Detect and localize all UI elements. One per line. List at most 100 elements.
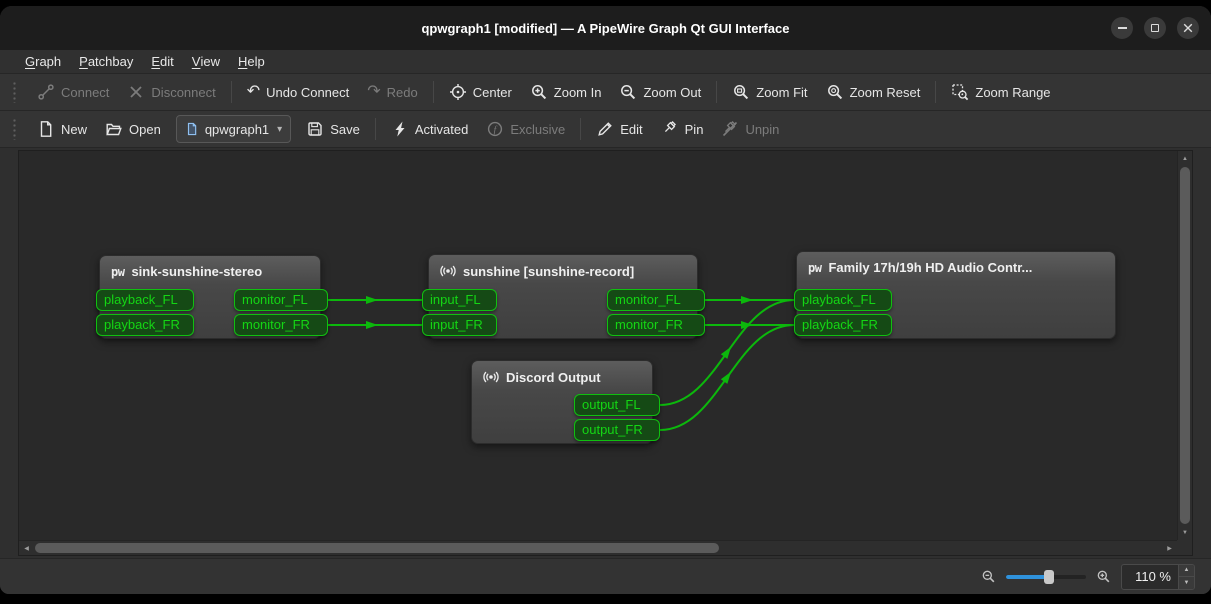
port-output-fl[interactable]: output_FL — [574, 394, 660, 416]
toolbar-separator — [375, 118, 376, 140]
zoom-in-button[interactable]: Zoom In — [521, 78, 611, 106]
unpin-button[interactable]: Unpin — [712, 115, 788, 143]
spin-down-button[interactable]: ▼ — [1179, 576, 1194, 589]
scroll-right-arrow-icon[interactable]: ▶ — [1162, 541, 1177, 555]
zoom-out-icon — [619, 83, 637, 101]
menu-help[interactable]: Help — [229, 50, 274, 73]
toolbar-graph: Connect Disconnect ↶ Undo Connect ↷ Redo… — [0, 74, 1211, 111]
pipewire-icon: pw — [808, 261, 821, 275]
zoom-slider[interactable] — [1006, 569, 1086, 585]
zoom-fit-icon — [732, 83, 750, 101]
disconnect-button[interactable]: Disconnect — [118, 78, 224, 106]
window-title: qpwgraph1 [modified] — A PipeWire Graph … — [421, 21, 789, 36]
toolbar-separator — [935, 81, 936, 103]
zoom-in-icon[interactable] — [1096, 569, 1111, 584]
zoom-reset-button[interactable]: Zoom Reset — [817, 78, 930, 106]
maximize-icon — [1151, 24, 1159, 32]
activated-button[interactable]: Activated — [382, 115, 477, 143]
toolbar-handle[interactable] — [12, 81, 18, 103]
toolbar-handle[interactable] — [12, 118, 18, 140]
open-button[interactable]: Open — [96, 115, 170, 143]
exclusive-button[interactable]: f Exclusive — [477, 115, 574, 143]
patchbay-combo[interactable]: qpwgraph1 ▾ — [176, 115, 291, 143]
scroll-up-arrow-icon[interactable]: ▲ — [1178, 151, 1192, 166]
toolbar-separator — [433, 81, 434, 103]
zoom-slider-handle[interactable] — [1044, 570, 1054, 584]
node-title: sunshine [sunshine-record] — [440, 263, 634, 279]
zoom-spinner-buttons: ▲ ▼ — [1178, 565, 1194, 589]
port-playback-fr[interactable]: playback_FR — [96, 314, 194, 336]
save-icon — [306, 120, 324, 138]
port-playback-fr[interactable]: playback_FR — [794, 314, 892, 336]
app-window: qpwgraph1 [modified] — A PipeWire Graph … — [0, 6, 1211, 594]
zoom-in-icon — [530, 83, 548, 101]
wire-arrowhead — [366, 321, 378, 329]
redo-button[interactable]: ↷ Redo — [358, 78, 426, 106]
window-controls — [1111, 17, 1199, 39]
edit-button[interactable]: Edit — [587, 115, 651, 143]
port-playback-fl[interactable]: playback_FL — [96, 289, 194, 311]
open-folder-icon — [105, 120, 123, 138]
port-output-fr[interactable]: output_FR — [574, 419, 660, 441]
record-icon — [483, 369, 499, 385]
port-monitor-fr[interactable]: monitor_FR — [607, 314, 705, 336]
zoom-reset-icon — [826, 83, 844, 101]
port-monitor-fl[interactable]: monitor_FL — [234, 289, 328, 311]
activated-lightning-icon — [391, 120, 409, 138]
maximize-button[interactable] — [1144, 17, 1166, 39]
zoom-value[interactable]: 110 % — [1122, 569, 1178, 584]
patchbay-combo-value: qpwgraph1 — [205, 122, 269, 137]
zoom-out-button[interactable]: Zoom Out — [610, 78, 710, 106]
vertical-scrollbar-thumb[interactable] — [1180, 167, 1190, 524]
undo-connect-button[interactable]: ↶ Undo Connect — [238, 78, 359, 106]
scroll-left-arrow-icon[interactable]: ◀ — [19, 541, 34, 555]
connections-layer — [19, 151, 1179, 542]
pipewire-icon: pw — [111, 265, 124, 279]
zoom-spinbox[interactable]: 110 % ▲ ▼ — [1121, 564, 1195, 590]
menubar: Graph Patchbay Edit View Help — [0, 50, 1211, 74]
port-monitor-fr[interactable]: monitor_FR — [234, 314, 328, 336]
titlebar[interactable]: qpwgraph1 [modified] — A PipeWire Graph … — [0, 6, 1211, 51]
zoom-out-icon[interactable] — [981, 569, 996, 584]
port-input-fr[interactable]: input_FR — [422, 314, 497, 336]
unpin-icon — [721, 120, 739, 138]
port-monitor-fl[interactable]: monitor_FL — [607, 289, 705, 311]
pin-icon — [661, 120, 679, 138]
new-button[interactable]: New — [28, 115, 96, 143]
node-title: pw sink-sunshine-stereo — [111, 264, 262, 279]
vertical-scrollbar[interactable]: ▲ ▼ — [1177, 151, 1192, 540]
spin-up-button[interactable]: ▲ — [1179, 565, 1194, 577]
wire-arrowhead — [366, 296, 378, 304]
minimize-icon — [1118, 27, 1127, 29]
new-file-icon — [37, 120, 55, 138]
patchbay-file-icon — [185, 122, 199, 136]
zoom-fit-button[interactable]: Zoom Fit — [723, 78, 816, 106]
graph-canvas[interactable]: pw sink-sunshine-stereo playback_FL play… — [19, 151, 1179, 542]
horizontal-scrollbar-thumb[interactable] — [35, 543, 719, 553]
exclusive-icon: f — [486, 120, 504, 138]
menu-patchbay[interactable]: Patchbay — [70, 50, 142, 73]
close-button[interactable] — [1177, 17, 1199, 39]
scroll-down-arrow-icon[interactable]: ▼ — [1178, 525, 1192, 540]
menu-edit[interactable]: Edit — [142, 50, 182, 73]
scrollbar-corner — [1177, 540, 1192, 555]
menu-view[interactable]: View — [183, 50, 229, 73]
menu-graph[interactable]: Graph — [16, 50, 70, 73]
minimize-button[interactable] — [1111, 17, 1133, 39]
graph-canvas-frame: pw sink-sunshine-stereo playback_FL play… — [18, 150, 1193, 556]
node-title: Discord Output — [483, 369, 601, 385]
horizontal-scrollbar[interactable]: ◀ ▶ — [19, 540, 1177, 555]
center-icon — [449, 83, 467, 101]
pin-button[interactable]: Pin — [652, 115, 713, 143]
zoom-range-button[interactable]: Zoom Range — [942, 78, 1059, 106]
wire-arrowhead — [741, 296, 753, 304]
toolbar-separator — [231, 81, 232, 103]
center-button[interactable]: Center — [440, 78, 521, 106]
port-input-fl[interactable]: input_FL — [422, 289, 497, 311]
connect-button[interactable]: Connect — [28, 78, 118, 106]
zoom-range-icon — [951, 83, 969, 101]
disconnect-icon — [127, 83, 145, 101]
save-button[interactable]: Save — [297, 115, 369, 143]
toolbar-separator — [580, 118, 581, 140]
port-playback-fl[interactable]: playback_FL — [794, 289, 892, 311]
